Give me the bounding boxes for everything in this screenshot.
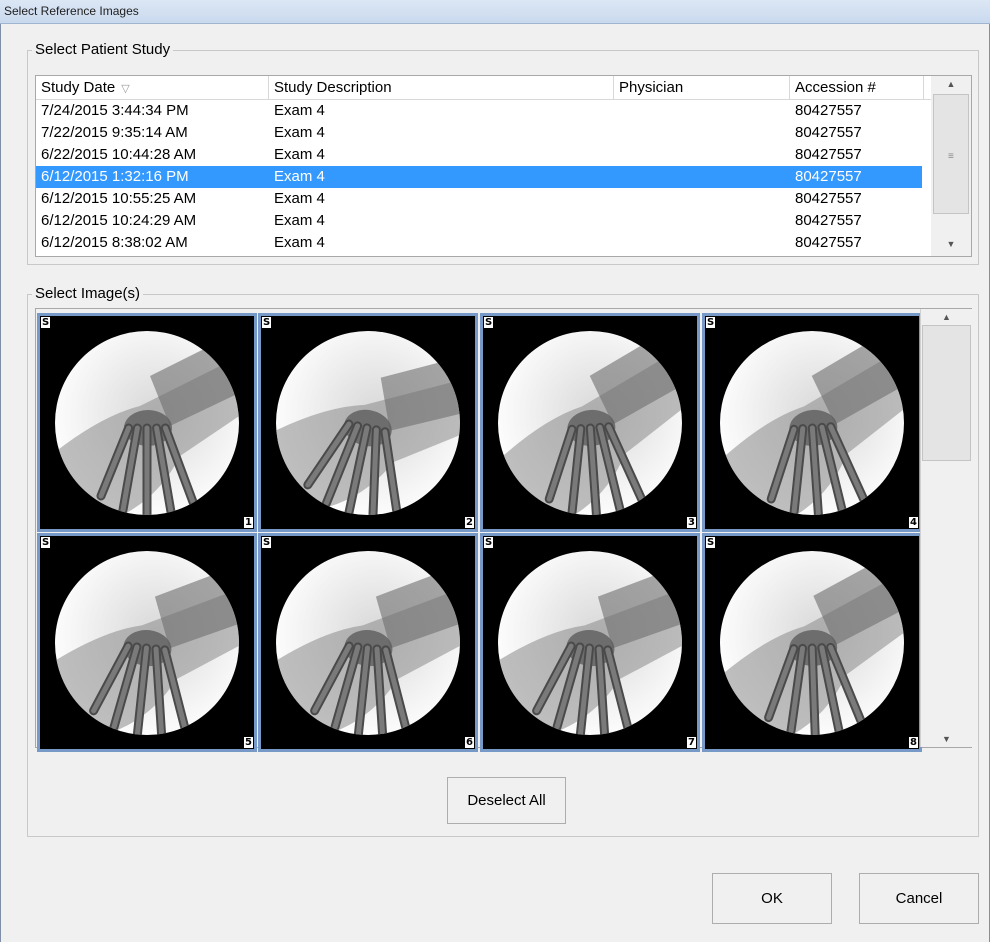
cell-study-description: Exam 4 [274,234,325,251]
deselect-all-button[interactable]: Deselect All [447,777,566,824]
cell-study-date: 6/12/2015 10:24:29 AM [41,212,197,229]
table-row[interactable]: 6/12/2015 8:38:02 AM Exam 4 80427557 [36,232,922,254]
column-study-date-label: Study Date [41,79,116,96]
table-row[interactable]: 6/12/2015 1:32:16 PM Exam 4 80427557 [36,166,922,188]
title-bar: Select Reference Images [0,0,990,24]
cell-accession: 80427557 [795,168,862,185]
study-list-scrollbar[interactable]: ▲ ≡ ▼ [931,76,971,256]
image-thumbnail[interactable]: S5 [37,533,257,752]
cell-study-date: 7/22/2015 9:35:14 AM [41,124,188,141]
scroll-down-icon[interactable]: ▼ [921,731,972,747]
image-number: 5 [244,737,253,748]
scroll-up-icon[interactable]: ▲ [931,76,971,92]
image-thumbnail[interactable]: S6 [258,533,478,752]
image-thumbnail[interactable]: S3 [480,313,700,532]
study-rows: 7/24/2015 3:44:34 PM Exam 4 80427557 7/22/2… [36,100,922,254]
cell-accession: 80427557 [795,102,862,119]
cell-accession: 80427557 [795,124,862,141]
image-thumbnail[interactable]: S8 [702,533,922,752]
series-badge: S [484,317,494,328]
window-title: Select Reference Images [4,4,139,18]
series-badge: S [41,537,51,548]
cancel-button[interactable]: Cancel [859,873,979,924]
cell-study-description: Exam 4 [274,124,325,141]
series-badge: S [706,537,716,548]
image-number: 3 [687,517,696,528]
study-list-header: Study Date ▽ Study Description Physician … [36,76,931,100]
cell-accession: 80427557 [795,190,862,207]
column-physician[interactable]: Physician [614,76,790,99]
image-grid-scrollbar[interactable]: ▲ ▼ [920,309,972,747]
column-study-description[interactable]: Study Description [269,76,614,99]
table-row[interactable]: 7/24/2015 3:44:34 PM Exam 4 80427557 [36,100,922,122]
image-thumbnail[interactable]: S1 [37,313,257,532]
series-badge: S [262,537,272,548]
image-thumbnail[interactable]: S7 [480,533,700,752]
cell-accession: 80427557 [795,146,862,163]
image-number: 2 [465,517,474,528]
scroll-down-icon[interactable]: ▼ [931,236,971,252]
patient-study-group-label: Select Patient Study [32,42,174,58]
image-number: 7 [687,737,696,748]
cell-study-date: 6/12/2015 8:38:02 AM [41,234,188,251]
sort-indicator-icon: ▽ [121,83,130,95]
scroll-grip-icon: ≡ [948,151,954,162]
cell-study-date: 6/12/2015 1:32:16 PM [41,168,189,185]
image-thumbnail[interactable]: S4 [702,313,922,532]
cell-study-date: 6/22/2015 10:44:28 AM [41,146,197,163]
table-row[interactable]: 6/12/2015 10:55:25 AM Exam 4 80427557 [36,188,922,210]
column-physician-label: Physician [619,79,684,96]
cell-study-description: Exam 4 [274,102,325,119]
table-row[interactable]: 6/12/2015 10:24:29 AM Exam 4 80427557 [36,210,922,232]
table-row[interactable]: 6/22/2015 10:44:28 AM Exam 4 80427557 [36,144,922,166]
series-badge: S [262,317,272,328]
cell-study-date: 6/12/2015 10:55:25 AM [41,190,197,207]
series-badge: S [706,317,716,328]
table-row[interactable]: 7/22/2015 9:35:14 AM Exam 4 80427557 [36,122,922,144]
cell-study-description: Exam 4 [274,190,325,207]
image-grid: S1 S2 S 3 S 4 S 5 S 6 S 7 S 8 ▲ ▼ [35,308,972,752]
cell-study-date: 7/24/2015 3:44:34 PM [41,102,189,119]
image-number: 4 [909,517,918,528]
cell-accession: 80427557 [795,234,862,251]
column-accession-label: Accession # [795,79,876,96]
cell-study-description: Exam 4 [274,146,325,163]
column-study-date[interactable]: Study Date ▽ [36,76,269,99]
image-scroll-thumb[interactable] [922,325,971,461]
study-list[interactable]: Study Date ▽ Study Description Physician … [35,75,972,257]
image-thumbnail[interactable]: S2 [258,313,478,532]
cell-study-description: Exam 4 [274,212,325,229]
column-accession[interactable]: Accession # [790,76,924,99]
series-badge: S [41,317,51,328]
column-study-description-label: Study Description [274,79,392,96]
image-number: 6 [465,737,474,748]
image-number: 8 [909,737,918,748]
image-number: 1 [244,517,253,528]
ok-button[interactable]: OK [712,873,832,924]
study-scroll-thumb[interactable]: ≡ [933,94,969,214]
scroll-up-icon[interactable]: ▲ [921,309,972,325]
images-group-label: Select Image(s) [32,286,144,302]
cell-accession: 80427557 [795,212,862,229]
series-badge: S [484,537,494,548]
cell-study-description: Exam 4 [274,168,325,185]
